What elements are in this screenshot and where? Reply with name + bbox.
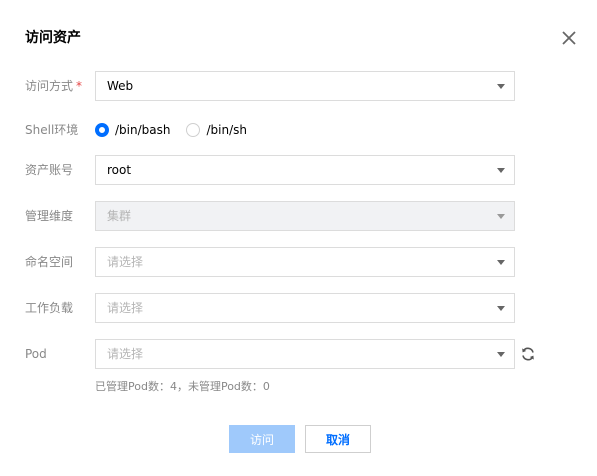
account-select[interactable]: root	[95, 155, 515, 185]
radio-bin-bash[interactable]: /bin/bash	[95, 123, 170, 137]
account-row: 资产账号 root	[0, 155, 597, 185]
shell-env-label: Shell环境	[25, 123, 79, 137]
workload-row: 工作负载 请选择	[0, 293, 597, 323]
refresh-icon[interactable]	[520, 346, 536, 362]
chevron-down-icon	[497, 168, 505, 173]
shell-env-radio-group: /bin/bash /bin/sh	[95, 115, 263, 145]
radio-label: /bin/bash	[115, 123, 171, 137]
pod-label: Pod	[25, 347, 47, 361]
chevron-down-icon	[497, 84, 505, 89]
namespace-label: 命名空间	[25, 255, 74, 269]
workload-placeholder: 请选择	[107, 301, 144, 315]
account-value: root	[107, 163, 132, 177]
chevron-down-icon	[497, 214, 505, 219]
chevron-down-icon	[497, 352, 505, 357]
access-method-select[interactable]: Web	[95, 71, 515, 101]
pod-count-hint: 已管理Pod数：4，未管理Pod数：0	[95, 380, 270, 393]
namespace-select[interactable]: 请选择	[95, 247, 515, 277]
pod-row: Pod 请选择	[0, 339, 597, 369]
pod-placeholder: 请选择	[107, 347, 144, 361]
pod-select[interactable]: 请选择	[95, 339, 515, 369]
radio-unchecked-icon	[186, 123, 201, 137]
dialog-title: 访问资产	[25, 30, 81, 46]
shell-env-row: Shell环境 /bin/bash /bin/sh	[0, 115, 597, 145]
chevron-down-icon	[497, 306, 505, 311]
workload-label: 工作负载	[25, 301, 74, 315]
management-dimension-row: 管理维度 集群	[0, 201, 597, 231]
access-method-row: 访问方式 * Web	[0, 71, 597, 101]
access-button[interactable]: 访问	[229, 425, 295, 453]
account-label: 资产账号	[25, 163, 74, 177]
workload-select[interactable]: 请选择	[95, 293, 515, 323]
management-dimension-label: 管理维度	[25, 209, 74, 223]
management-dimension-value: 集群	[107, 209, 132, 223]
cancel-button[interactable]: 取消	[305, 425, 371, 453]
close-icon[interactable]	[560, 29, 578, 47]
namespace-row: 命名空间 请选择	[0, 247, 597, 277]
radio-label: /bin/sh	[206, 123, 247, 137]
required-mark: *	[76, 79, 83, 93]
access-method-value: Web	[107, 79, 134, 93]
chevron-down-icon	[497, 260, 505, 265]
management-dimension-select: 集群	[95, 201, 515, 231]
namespace-placeholder: 请选择	[107, 255, 144, 269]
radio-checked-icon	[95, 123, 109, 137]
access-method-label: 访问方式 *	[25, 79, 83, 93]
radio-bin-sh[interactable]: /bin/sh	[186, 123, 247, 137]
